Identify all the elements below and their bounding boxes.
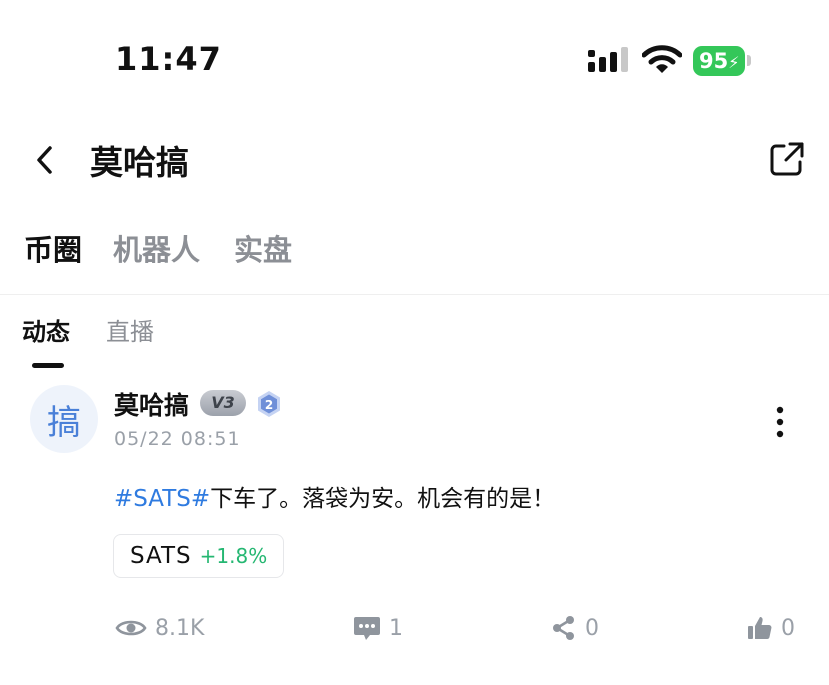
tab-live-trading[interactable]: 实盘 [234,227,292,269]
like-count: 0 [781,615,795,641]
comment-icon [354,617,380,640]
battery-tip [747,55,751,66]
active-tab-indicator [32,363,64,368]
share-button[interactable]: 0 [551,612,599,644]
share-count: 0 [585,615,599,641]
subtab-feed[interactable]: 动态 [22,312,70,347]
coin-symbol: SATS [130,543,192,569]
more-options-icon[interactable] [772,405,788,439]
wifi-icon [642,45,682,73]
hashtag-link[interactable]: #SATS# [114,486,210,512]
post-content: #SATS#下车了。落袋为安。机会有的是！ [114,479,555,513]
share-nodes-icon [553,616,574,640]
comment-count: 1 [389,615,403,641]
post-username[interactable]: 莫哈搞 [114,386,189,422]
subtab-live[interactable]: 直播 [106,312,154,347]
tabs-divider [0,294,829,295]
level-badge-icon: 2 [258,391,280,417]
level-badge-number: 2 [265,398,273,412]
thumbs-up-icon [748,617,772,640]
like-button[interactable]: 0 [747,612,795,644]
battery-level: 95 [699,49,729,73]
eye-icon [115,620,147,636]
tab-robot[interactable]: 机器人 [113,227,200,269]
post-date: 05/22 08:51 [114,428,241,450]
charging-bolt-icon: ⚡ [728,53,740,72]
comment-button[interactable]: 1 [353,612,403,644]
cellular-signal-icon [588,47,628,72]
views-stat: 8.1K [115,612,204,644]
post-text: 下车了。落袋为安。机会有的是！ [210,486,556,512]
status-time: 11:47 [115,40,222,78]
views-count: 8.1K [155,615,205,641]
tab-crypto[interactable]: 币圈 [24,227,82,269]
vip-badge: V3 [200,390,246,416]
battery-indicator: 95⚡ [693,46,745,76]
share-icon[interactable] [768,140,806,178]
coin-change: +1.8% [199,544,268,568]
avatar[interactable]: 搞 [30,385,98,453]
coin-chip[interactable]: SATS +1.8% [113,534,285,578]
page-title: 莫哈搞 [90,143,189,182]
back-icon[interactable] [30,142,60,178]
